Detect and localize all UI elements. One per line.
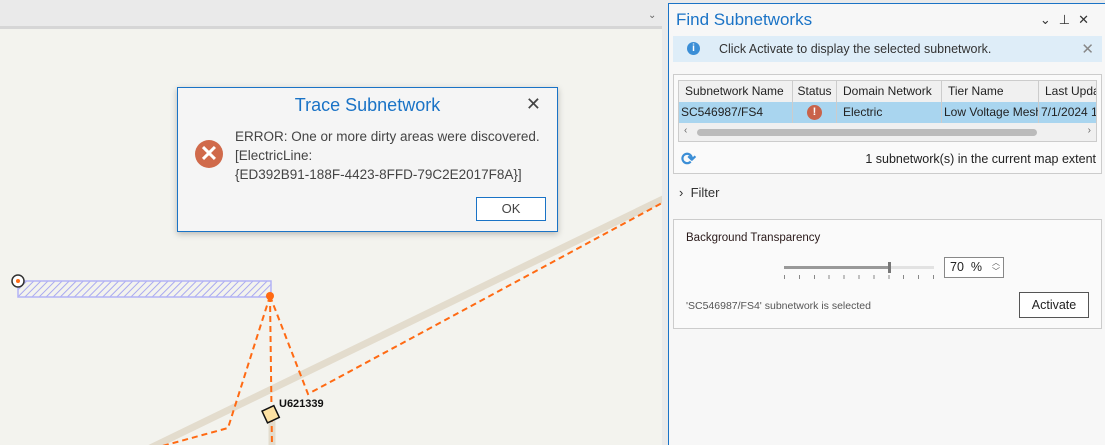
dialog-title: Trace Subnetwork [294, 95, 441, 115]
find-subnetworks-pane: Find Subnetworks ⌄⊥✕ i Click Activate to… [668, 3, 1105, 445]
table-row[interactable]: SC546987/FS4 ! Electric Low Voltage Mesh… [679, 102, 1096, 123]
dismiss-icon[interactable]: ✕ [1081, 40, 1094, 58]
subnetwork-table: Subnetwork Name Status Domain Network Ti… [678, 80, 1097, 142]
scroll-thumb[interactable] [697, 129, 1037, 136]
selection-status: 'SC546987/FS4' subnetwork is selected [686, 300, 871, 312]
message-line: [ElectricLine: [235, 148, 313, 163]
column-header[interactable]: Status [793, 81, 837, 102]
column-header[interactable]: Subnetwork Name [679, 81, 793, 102]
filter-expander[interactable]: › Filter [679, 185, 719, 200]
scroll-left-icon[interactable]: ‹ [684, 125, 687, 136]
transparency-input[interactable]: 70 % ︿ ﹀ [944, 257, 1004, 278]
column-header[interactable]: Domain Network [837, 81, 942, 102]
info-text: Click Activate to display the selected s… [719, 42, 992, 56]
cell-tier: Low Voltage Mesh [942, 102, 1039, 123]
error-icon: ✕ [195, 140, 223, 168]
spinner-icon[interactable]: ︿ ﹀ [992, 258, 1000, 276]
refresh-icon[interactable]: ⟳ [681, 149, 696, 170]
column-header[interactable]: Last Update [1039, 81, 1096, 102]
trace-junction [266, 292, 274, 300]
cell-name: SC546987/FS4 [679, 102, 793, 123]
map-tab-strip: ⌄ [0, 0, 668, 26]
dialog-message: ERROR: One or more dirty areas were disc… [235, 127, 545, 184]
pin-icon[interactable]: ⊥ [1059, 12, 1078, 27]
column-header[interactable]: Tier Name [942, 81, 1039, 102]
transparency-slider[interactable] [784, 262, 934, 280]
feature-label: U621339 [279, 398, 324, 410]
horizontal-scrollbar[interactable]: ‹ › [679, 123, 1096, 141]
cell-domain: Electric [837, 102, 942, 123]
trace-subnetwork-dialog: Trace Subnetwork ✕ ✕ ERROR: One or more … [177, 87, 558, 232]
transparency-section: Background Transparency 70 % ︿ ﹀ 'SC546987… [673, 219, 1102, 329]
transparency-label: Background Transparency [686, 232, 821, 244]
slider-thumb[interactable] [888, 262, 891, 273]
activate-button[interactable]: Activate [1019, 292, 1089, 318]
message-line: {ED392B91-188F-4423-8FFD-79C2E2017F8A}] [235, 167, 522, 182]
error-status-icon: ! [807, 105, 822, 121]
cell-status: ! [793, 102, 837, 123]
chevron-down-icon[interactable]: ⌄ [648, 10, 656, 21]
table-header: Subnetwork Name Status Domain Network Ti… [679, 81, 1096, 102]
ok-button[interactable]: OK [476, 197, 546, 221]
device-symbol [261, 404, 281, 424]
transparency-value: 70 % [950, 260, 982, 274]
subnetwork-count: 1 subnetwork(s) in the current map exten… [865, 152, 1096, 166]
filter-label: Filter [690, 185, 720, 200]
message-line: ERROR: One or more dirty areas were disc… [235, 129, 540, 144]
info-banner: i Click Activate to display the selected… [673, 36, 1102, 62]
pane-title: Find Subnetworks [676, 10, 813, 29]
info-icon: i [687, 42, 700, 55]
close-icon[interactable]: ✕ [1078, 12, 1097, 27]
cell-last-update: 7/1/2024 1: [1039, 102, 1096, 123]
selected-feature [17, 280, 272, 298]
close-icon[interactable]: ✕ [526, 94, 541, 115]
road [148, 195, 662, 445]
chevron-right-icon: › [679, 185, 691, 200]
options-chevron-icon[interactable]: ⌄ [1040, 12, 1059, 27]
scroll-right-icon[interactable]: › [1088, 125, 1091, 136]
